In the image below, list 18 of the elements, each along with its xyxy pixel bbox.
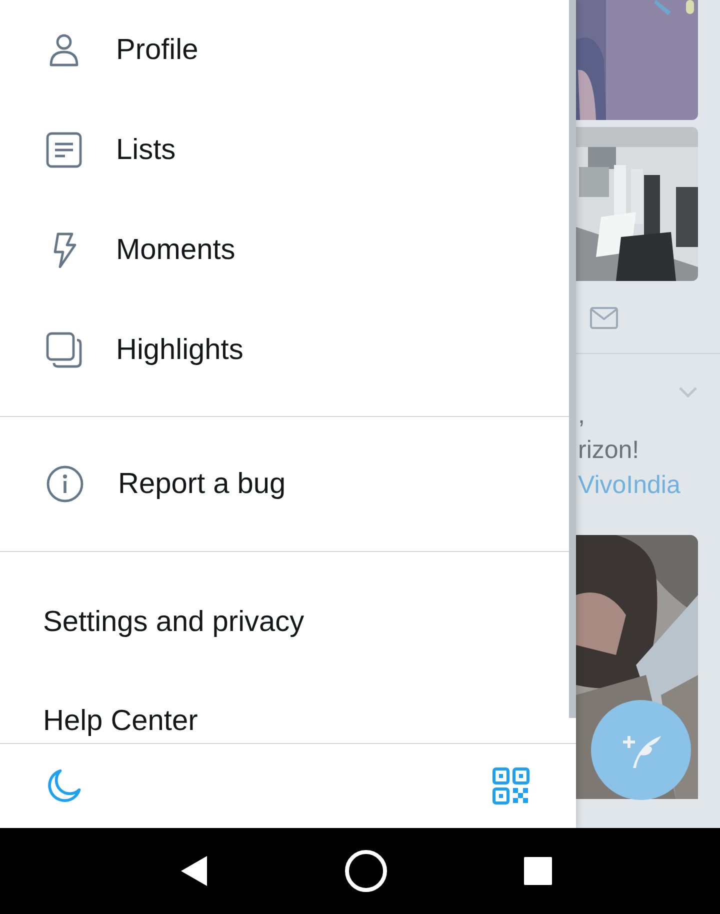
menu-link[interactable]: Settings and privacy bbox=[0, 572, 569, 672]
menu-item[interactable]: Lists bbox=[0, 100, 569, 200]
menu-item[interactable]: Highlights bbox=[0, 300, 569, 400]
mail-icon[interactable] bbox=[590, 307, 618, 329]
scrollbar[interactable] bbox=[569, 0, 576, 718]
menu-item[interactable]: Report a bug bbox=[0, 417, 569, 551]
menu-item[interactable]: Profile bbox=[0, 0, 569, 100]
stacked-squares-icon bbox=[46, 332, 82, 368]
home-icon[interactable] bbox=[344, 849, 388, 893]
recents-icon[interactable] bbox=[522, 855, 553, 887]
back-icon[interactable] bbox=[179, 855, 210, 887]
tweet-text: , bbox=[578, 400, 586, 431]
info-icon bbox=[46, 465, 84, 503]
tweet-text: rizon! bbox=[578, 435, 640, 466]
menu-item[interactable]: Moments bbox=[0, 200, 569, 300]
menu-link[interactable]: Help Center bbox=[0, 672, 569, 742]
list-icon bbox=[46, 132, 82, 168]
qr-code-icon[interactable] bbox=[492, 767, 530, 805]
